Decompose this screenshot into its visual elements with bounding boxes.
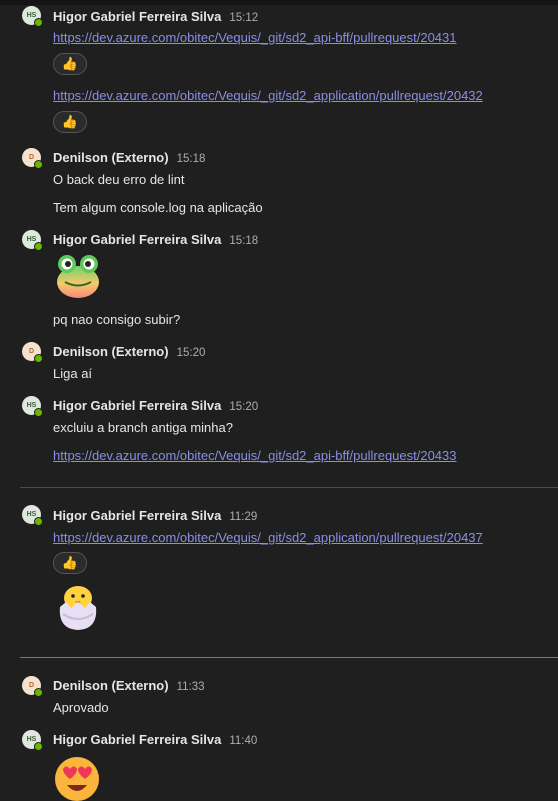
avatar[interactable]: D <box>22 148 43 169</box>
presence-available-icon <box>34 517 43 526</box>
message-time: 15:18 <box>229 235 259 247</box>
author-name[interactable]: Higor Gabriel Ferreira Silva 11:29 <box>53 508 257 523</box>
message-text: pq nao consigo subir? <box>53 312 181 327</box>
message-time: 11:29 <box>229 511 258 523</box>
reaction-button[interactable]: 👍 <box>53 111 87 133</box>
message-time: 15:18 <box>176 153 206 165</box>
message-link[interactable]: https://dev.azure.com/obitec/Vequis/_git… <box>53 88 483 103</box>
hatching-chick-emoji <box>59 586 97 630</box>
author-name[interactable]: Higor Gabriel Ferreira Silva 15:18 <box>53 232 258 247</box>
avatar[interactable]: HS <box>22 230 43 251</box>
avatar[interactable]: HS <box>22 6 43 27</box>
message-text: Liga aí <box>53 366 93 381</box>
message-text: Aprovado <box>53 700 109 715</box>
top-bar <box>0 0 558 5</box>
message-link[interactable]: https://dev.azure.com/obitec/Vequis/_git… <box>53 30 457 45</box>
author-name[interactable]: Denilson (Externo) 11:33 <box>53 678 205 693</box>
new-messages-divider <box>20 657 558 658</box>
message-text: O back deu erro de lint <box>53 172 185 187</box>
avatar[interactable]: D <box>22 676 43 697</box>
presence-available-icon <box>34 354 43 363</box>
message-time: 11:40 <box>229 735 258 747</box>
date-divider <box>20 487 558 488</box>
avatar[interactable]: HS <box>22 505 43 526</box>
presence-available-icon <box>34 160 43 169</box>
presence-available-icon <box>34 688 43 697</box>
reaction-button[interactable]: 👍 <box>53 53 87 75</box>
thumbs-up-icon: 👍 <box>61 56 79 71</box>
heart-eyes-emoji <box>55 757 99 801</box>
message-text: excluiu a branch antiga minha? <box>53 420 233 435</box>
presence-available-icon <box>34 742 43 751</box>
thumbs-up-icon: 👍 <box>61 114 79 129</box>
avatar[interactable]: HS <box>22 730 43 751</box>
avatar[interactable]: D <box>22 342 43 363</box>
author-name[interactable]: Higor Gabriel Ferreira Silva 15:20 <box>53 398 258 413</box>
message-time: 15:20 <box>229 401 259 413</box>
author-name[interactable]: Denilson (Externo) 15:18 <box>53 150 205 165</box>
frog-emoji <box>57 255 99 298</box>
author-name[interactable]: Higor Gabriel Ferreira Silva 11:40 <box>53 732 257 747</box>
message-time: 11:33 <box>176 681 205 693</box>
message-link[interactable]: https://dev.azure.com/obitec/Vequis/_git… <box>53 448 457 463</box>
author-name[interactable]: Denilson (Externo) 15:20 <box>53 344 205 359</box>
message-text: Tem algum console.log na aplicação <box>53 200 263 215</box>
message-time: 15:12 <box>229 12 259 24</box>
message-link[interactable]: https://dev.azure.com/obitec/Vequis/_git… <box>53 530 483 545</box>
reaction-button[interactable]: 👍 <box>53 552 87 574</box>
author-name[interactable]: Higor Gabriel Ferreira Silva 15:12 <box>53 9 258 24</box>
presence-available-icon <box>34 18 43 27</box>
avatar[interactable]: HS <box>22 396 43 417</box>
presence-available-icon <box>34 242 43 251</box>
presence-available-icon <box>34 408 43 417</box>
message-time: 15:20 <box>176 347 206 359</box>
thumbs-up-icon: 👍 <box>61 555 79 570</box>
